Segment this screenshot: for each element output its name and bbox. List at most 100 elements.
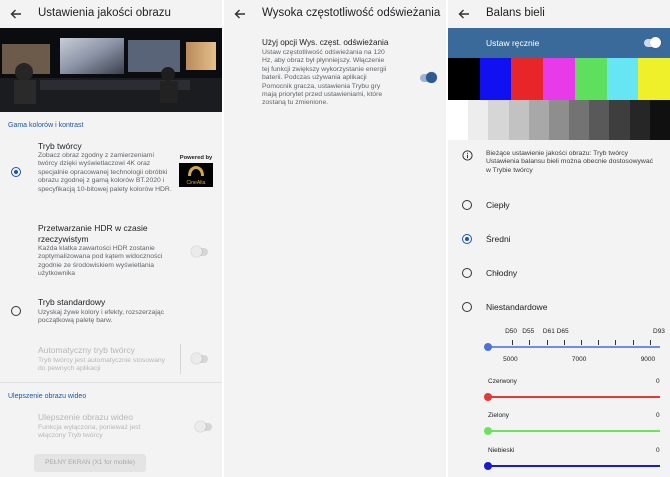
cinealta-logo: CineAlta <box>179 163 213 187</box>
back-arrow-icon[interactable] <box>8 6 24 22</box>
video-enhance-desc: Funkcja wyłączona, ponieważ jest włączon… <box>38 424 141 440</box>
creator-mode-radio[interactable] <box>11 167 21 177</box>
temp-preset-label: D93 <box>653 328 665 335</box>
page-title: Ustawienia jakości obrazu <box>38 7 171 19</box>
creator-mode-title: Tryb twórcy <box>38 141 82 151</box>
auto-creator-title: Automatyczny tryb twórcy <box>38 345 135 355</box>
hero-image <box>0 28 222 112</box>
page-title: Balans bieli <box>486 7 545 19</box>
wb-option-radio[interactable] <box>462 234 472 244</box>
rgb-slider-label: Niebieski <box>488 447 515 454</box>
wb-option-radio[interactable] <box>462 200 472 210</box>
high-refresh-toggle[interactable] <box>420 72 437 83</box>
color-swatch <box>448 58 481 100</box>
rgb-slider-track[interactable] <box>488 396 660 398</box>
picture-quality-settings-panel: Ustawienia jakości obrazu Gama kolorów i… <box>0 0 222 477</box>
temp-slider-track[interactable] <box>488 346 660 348</box>
cinealta-emblem-icon <box>188 166 204 176</box>
temp-preset-label: D55 <box>522 328 535 335</box>
color-swatch <box>606 58 639 100</box>
color-swatch <box>511 58 544 100</box>
video-enhance-title: Ulepszenie obrazu wideo <box>38 412 133 422</box>
hdr-realtime-title: Przetwarzanie HDR w czasie rzeczywistym <box>38 223 148 244</box>
gray-step <box>528 100 550 140</box>
rgb-slider-knob[interactable] <box>484 393 492 401</box>
cinealta-logo-text: CineAlta <box>186 180 206 186</box>
color-swatch <box>543 58 576 100</box>
rgb-slider-label: Czerwony <box>488 378 517 385</box>
temp-tick <box>546 340 548 345</box>
rgb-slider-knob[interactable] <box>484 462 492 470</box>
temp-tick <box>580 340 582 345</box>
hdr-realtime-desc: Każda klatka zawartości HDR zostanie zop… <box>38 245 163 278</box>
section-gamut-contrast: Gama kolorów i kontrast <box>8 122 84 129</box>
divider <box>180 344 181 374</box>
rgb-slider-value: 0 <box>656 412 660 419</box>
manual-setting-label: Ustaw ręcznie <box>486 38 540 48</box>
video-enhance-toggle[interactable] <box>195 421 212 432</box>
high-refresh-title: Użyj opcji Wys. częst. odświeżania <box>262 38 389 47</box>
standard-mode-desc: Uzyskaj żywe kolory i efekty, rozszerzaj… <box>38 309 165 325</box>
wb-option-label: Ciepły <box>486 200 510 210</box>
wb-option-label: Niestandardowe <box>486 302 548 312</box>
wb-option-radio[interactable] <box>462 302 472 312</box>
auto-creator-desc: Tryb twórcy jest automatycznie stosowany… <box>38 357 166 373</box>
page-title: Wysoka częstotliwość odświeżania <box>262 7 441 19</box>
back-arrow-icon[interactable] <box>456 6 472 22</box>
powered-by-label: Powered by <box>179 155 213 161</box>
fullscreen-button-label: PEŁNY EKRAN (X1 for mobile) <box>45 459 135 466</box>
wb-option-radio[interactable] <box>462 268 472 278</box>
wb-option-label: Średni <box>486 234 511 244</box>
gray-step <box>488 100 510 140</box>
gray-step <box>589 100 610 140</box>
rgb-slider-label: Zielony <box>488 412 509 419</box>
cinealta-badge: Powered by CineAlta <box>178 155 214 189</box>
gray-step <box>629 100 651 140</box>
back-arrow-icon[interactable] <box>232 6 248 22</box>
color-swatch <box>638 58 670 100</box>
manual-setting-toggle[interactable] <box>644 37 661 48</box>
info-icon <box>462 150 473 161</box>
top-app-bar: Ustawienia jakości obrazu <box>0 0 222 28</box>
gray-step <box>649 100 670 140</box>
rgb-slider-knob[interactable] <box>484 427 492 435</box>
temp-preset-label: D50 <box>505 328 518 335</box>
temp-tick <box>632 340 634 345</box>
temp-scale-label: 9000 <box>640 356 656 363</box>
gray-step <box>548 100 570 140</box>
hdr-realtime-toggle[interactable] <box>191 246 208 257</box>
gray-step <box>448 100 469 140</box>
gray-step <box>569 100 590 140</box>
temp-preset-label: D61 <box>542 328 555 335</box>
rgb-slider-value: 0 <box>656 447 660 454</box>
section-separator <box>0 382 222 383</box>
info-text: Bieżące ustawienie jakości obrazu: Tryb … <box>486 150 653 174</box>
temp-tick <box>529 340 531 345</box>
temp-tick <box>649 340 651 345</box>
top-app-bar: Balans bieli <box>448 0 670 28</box>
auto-creator-toggle[interactable] <box>191 353 208 364</box>
temp-tick <box>512 340 514 345</box>
rgb-slider-track[interactable] <box>488 465 660 467</box>
color-swatch <box>479 58 512 100</box>
gray-step <box>609 100 631 140</box>
high-refresh-rate-panel: Wysoka częstotliwość odświeżania Użyj op… <box>224 0 446 477</box>
section-video-enhance: Ulepszenie obrazu wideo <box>8 393 87 400</box>
standard-mode-radio[interactable] <box>11 306 21 316</box>
temp-tick <box>598 340 600 345</box>
white-balance-panel: Balans bieli Ustaw ręcznie Bieżące ustaw… <box>448 0 670 477</box>
color-swatch <box>574 58 608 100</box>
temp-tick <box>563 340 565 345</box>
temp-slider-knob[interactable] <box>484 343 492 351</box>
fullscreen-button[interactable]: PEŁNY EKRAN (X1 for mobile) <box>34 454 146 472</box>
creator-mode-desc: Zobacz obraz zgodny z zamierzeniami twór… <box>38 152 172 193</box>
top-app-bar: Wysoka częstotliwość odświeżania <box>224 0 446 28</box>
temp-tick <box>615 340 617 345</box>
high-refresh-desc: Ustaw częstotliwość odświeżania na 120 H… <box>262 49 387 107</box>
gray-step <box>468 100 489 140</box>
temp-scale-label: 7000 <box>571 356 587 363</box>
wb-option-label: Chłodny <box>486 268 518 278</box>
rgb-slider-track[interactable] <box>488 430 660 432</box>
manual-setting-bar[interactable]: Ustaw ręcznie <box>448 28 670 58</box>
standard-mode-title: Tryb standardowy <box>38 297 106 307</box>
